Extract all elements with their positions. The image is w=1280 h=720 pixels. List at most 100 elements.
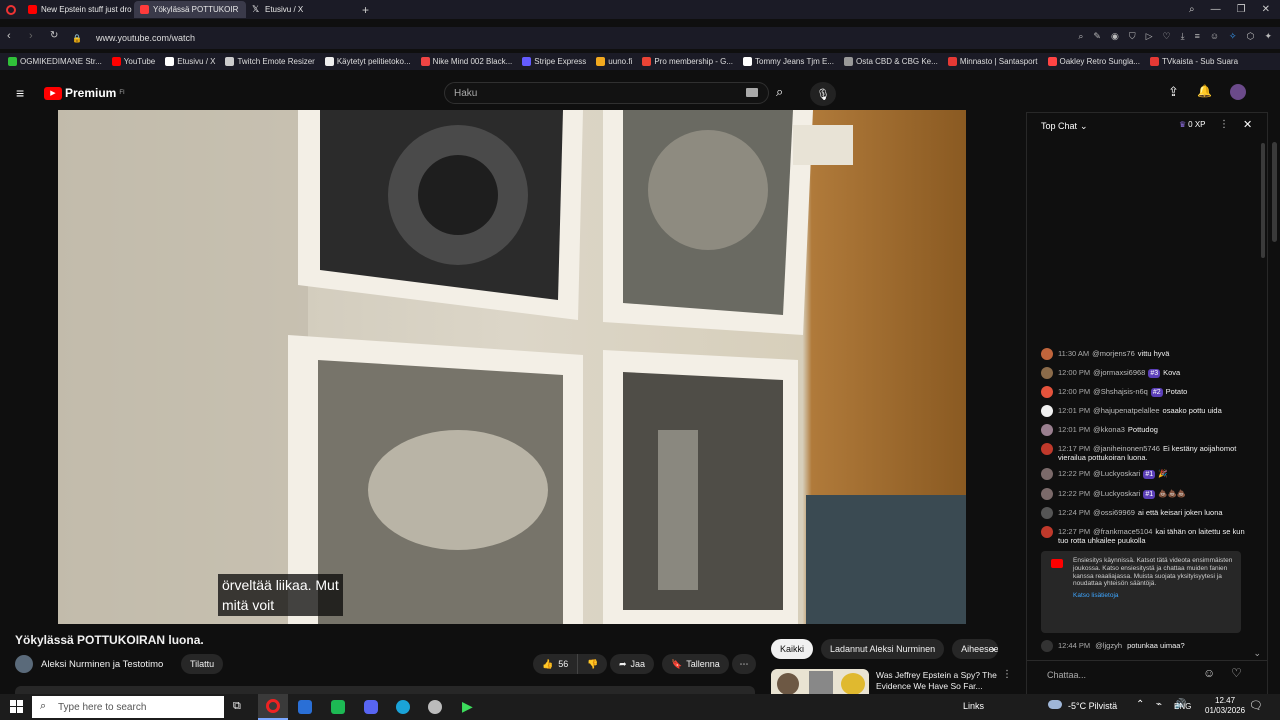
chat-mode-dropdown[interactable]: Top Chat ⌄ (1041, 121, 1088, 132)
notification-center-icon[interactable]: 🗨 (1249, 699, 1263, 712)
bookmark-item[interactable]: YouTube (111, 57, 155, 66)
back-icon[interactable]: ‹ (7, 30, 11, 42)
taskbar-edge-icon[interactable] (396, 700, 410, 714)
minimize-icon[interactable]: — (1211, 4, 1221, 15)
profile-icon[interactable]: ☺ (1210, 31, 1219, 42)
message-author[interactable]: @janiheinonen5746 (1093, 444, 1160, 453)
bookmark-item[interactable]: Nike Mind 002 Black... (420, 57, 512, 66)
channel-avatar[interactable] (15, 655, 33, 673)
taskbar-spotify-icon[interactable] (331, 700, 345, 714)
message-author[interactable]: @kkona3 (1093, 425, 1125, 434)
subscribed-button[interactable]: Tilattu (181, 654, 224, 674)
tab-0[interactable]: New Epstein stuff just dro (22, 1, 134, 18)
message-author[interactable]: @frankmace5104 (1093, 527, 1152, 536)
hamburger-menu-icon[interactable]: ≡ (16, 85, 24, 101)
message-author[interactable]: @morjens76 (1092, 349, 1135, 358)
bookmark-item[interactable]: Tommy Jeans Tjm E... (743, 57, 834, 66)
more-options-icon[interactable]: ⋮ (1219, 119, 1229, 130)
weather-text[interactable]: -5°C Pilvistä (1068, 701, 1117, 711)
notice-link[interactable]: Katso lisätietoja (1073, 592, 1233, 600)
keyboard-icon[interactable] (746, 88, 758, 97)
bookmark-item[interactable]: Minnasto | Santasport (947, 57, 1038, 66)
cube-icon[interactable]: ⬡ (1247, 31, 1255, 42)
bookmark-item[interactable]: Pro membership - G... (642, 57, 733, 66)
bookmark-item[interactable]: Oakley Retro Sungla... (1047, 57, 1140, 66)
xp-badge[interactable]: ♛ 0 XP (1179, 120, 1206, 129)
taskbar-app-icon[interactable] (298, 700, 312, 714)
filter-chip-channel[interactable]: Ladannut Aleksi Nurminen (821, 639, 945, 659)
tray-chevron-icon[interactable]: ⌃ (1136, 699, 1144, 710)
bookmark-item[interactable]: Stripe Express (522, 57, 586, 66)
filter-chip-all[interactable]: Kaikki (771, 639, 814, 659)
extension-icon[interactable]: ✧ (1229, 31, 1237, 42)
message-author[interactable]: @Luckyoskari (1093, 469, 1140, 478)
chat-scrollbar[interactable] (1261, 143, 1265, 258)
scroll-down-icon[interactable]: ⌄ (1253, 648, 1261, 659)
search-button[interactable]: ⌕ (776, 84, 783, 100)
play-icon[interactable]: ▷ (1146, 31, 1153, 42)
task-view-icon[interactable]: ⧉ (233, 700, 241, 713)
message-author[interactable]: @Shshajsis-n6q (1093, 387, 1148, 396)
message-author[interactable]: @Luckyoskari (1093, 489, 1140, 498)
recommended-title[interactable]: Was Jeffrey Epstein a Spy? The Evidence … (876, 670, 998, 692)
search-icon[interactable]: ⌕ (1078, 31, 1083, 42)
windows-start-icon[interactable] (10, 700, 23, 713)
message-author[interactable]: @ljgzyh (1095, 641, 1122, 650)
reload-icon[interactable]: ↻ (50, 30, 58, 41)
edit-icon[interactable]: ✎ (1093, 31, 1101, 42)
tab-2[interactable]: 𝕏 Etusivu / X (246, 1, 358, 18)
save-button[interactable]: 🔖 Tallenna (662, 654, 729, 674)
maximize-icon[interactable]: ❐ (1237, 4, 1246, 15)
chevron-right-icon[interactable]: › (991, 642, 995, 656)
shield-icon[interactable]: ⛉ (1129, 31, 1136, 42)
bookmark-item[interactable]: OGMIKEDIMANE Str... (8, 57, 102, 66)
bookmark-item[interactable]: Osta CBD & CBG Ke... (844, 57, 938, 66)
menu-icon[interactable]: ≡ (1195, 31, 1200, 42)
taskbar-discord-icon[interactable] (364, 700, 378, 714)
bookmark-item[interactable]: Etusivu / X (165, 57, 215, 66)
message-author[interactable]: @ossi69969 (1093, 508, 1135, 517)
close-chat-icon[interactable]: ✕ (1243, 118, 1252, 131)
upload-icon[interactable]: ⇪ (1168, 84, 1179, 100)
description-box[interactable] (15, 686, 755, 694)
emoji-icon[interactable]: ☺ (1203, 666, 1215, 680)
message-author[interactable]: @jormaxsi6968 (1093, 368, 1145, 377)
network-icon[interactable]: ⌁ (1156, 699, 1162, 710)
chat-input[interactable]: Chattaa... (1047, 670, 1086, 680)
notifications-bell-icon[interactable]: 🔔 (1197, 84, 1212, 98)
taskbar-nvidia-icon[interactable]: ▶ (462, 698, 473, 715)
opera-menu-icon[interactable] (0, 4, 22, 15)
page-scrollbar[interactable] (1268, 112, 1280, 696)
recommended-more-icon[interactable]: ⋮ (1002, 669, 1012, 680)
ai-icon[interactable]: ✦ (1264, 31, 1272, 42)
clock[interactable]: 12.47 01/03/2026 (1205, 696, 1245, 716)
video-player[interactable]: örveltää liikaa. Mut mitä voit (58, 110, 966, 624)
heart-icon[interactable]: ♡ (1163, 31, 1171, 42)
bookmark-item[interactable]: Käytetyt pelitietoko... (324, 57, 411, 66)
search-input[interactable]: Haku (444, 82, 769, 104)
microphone-icon[interactable]: 🎙 (810, 82, 836, 106)
url-field[interactable]: 🔒 www.youtube.com/watch (72, 29, 1032, 47)
share-button[interactable]: ➦ Jaa (610, 654, 655, 674)
youtube-premium-logo[interactable]: ▶ Premium FI (44, 86, 125, 100)
taskbar-search-input[interactable]: ⌕ Type here to search (32, 696, 224, 718)
like-button[interactable]: 👍 56 (533, 654, 579, 674)
close-window-icon[interactable]: ✕ (1262, 4, 1270, 15)
download-icon[interactable]: ⤓ (1181, 31, 1185, 42)
recommended-thumbnail[interactable] (771, 669, 869, 694)
search-tabs-icon[interactable]: ⌕ (1189, 4, 1195, 15)
bookmark-item[interactable]: uuno.fi (596, 57, 632, 66)
bookmark-item[interactable]: Twitch Emote Resizer (225, 57, 315, 66)
heart-icon[interactable]: ♡ (1231, 666, 1242, 680)
tab-1[interactable]: Yökylässä POTTUKOIR ✕ (134, 1, 246, 18)
forward-icon[interactable]: › (29, 30, 33, 42)
bookmark-item[interactable]: TVkaista - Sub Suara (1149, 57, 1238, 66)
avatar[interactable] (1230, 84, 1246, 100)
language-indicator[interactable]: ENG (1174, 702, 1191, 711)
message-author[interactable]: @hajupenatpelallee (1093, 406, 1159, 415)
links-toolbar[interactable]: Links (963, 701, 984, 711)
dislike-button[interactable]: 👎 (578, 654, 607, 674)
taskbar-opera-button[interactable] (258, 694, 288, 720)
camera-icon[interactable]: ◉ (1111, 31, 1119, 42)
channel-name[interactable]: Aleksi Nurminen ja Testotimo (41, 659, 163, 670)
